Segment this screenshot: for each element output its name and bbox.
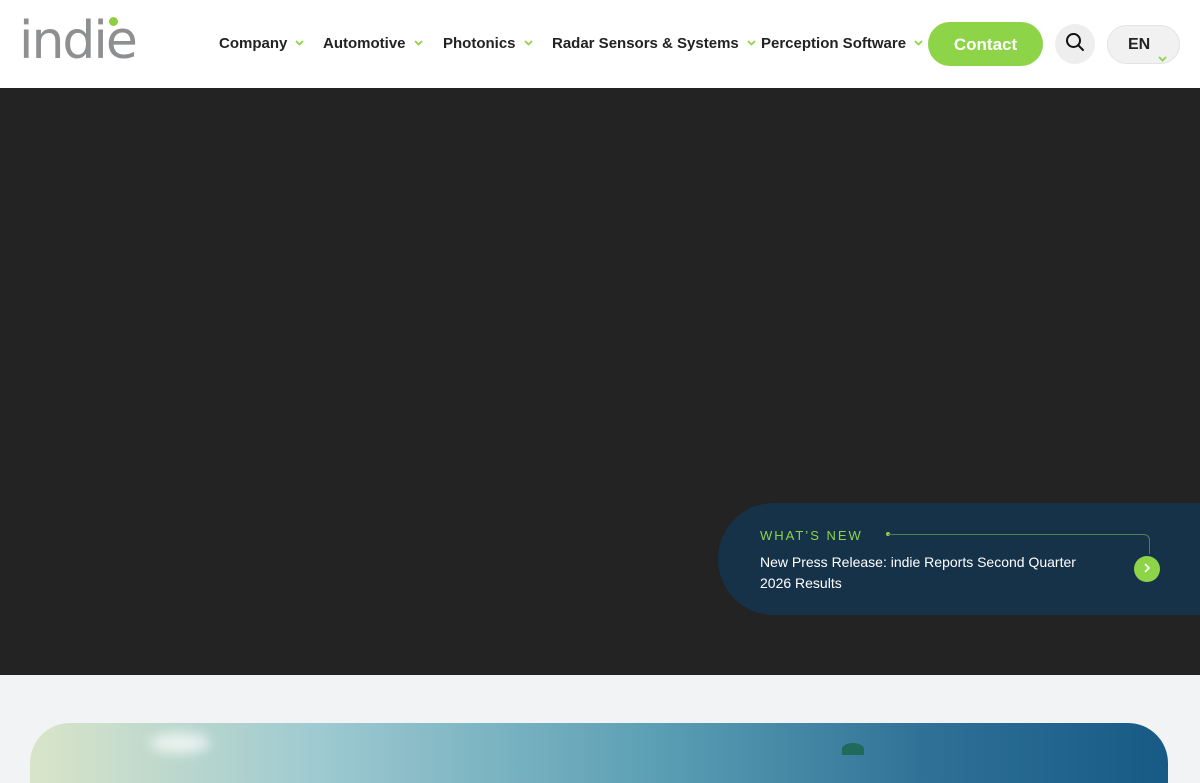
nav-item-perception-software[interactable]: Perception Software bbox=[761, 34, 923, 54]
language-label: EN bbox=[1128, 36, 1151, 53]
search-button[interactable] bbox=[1055, 24, 1095, 64]
logo-dot bbox=[109, 17, 118, 26]
chevron-down-icon bbox=[914, 32, 923, 52]
tree-silhouette bbox=[842, 743, 864, 755]
promo-image bbox=[30, 723, 1168, 783]
whats-new-card[interactable]: WHAT’S NEW New Press Release: indie Repo… bbox=[718, 503, 1200, 615]
logo-text: indie bbox=[19, 11, 138, 71]
chevron-down-icon bbox=[747, 32, 756, 52]
nav-item-label: Photonics bbox=[443, 35, 516, 52]
nav-item-photonics[interactable]: Photonics bbox=[443, 34, 533, 54]
chevron-down-icon bbox=[1158, 39, 1167, 76]
nav-item-automotive[interactable]: Automotive bbox=[323, 34, 423, 54]
whats-new-label: WHAT’S NEW bbox=[760, 528, 863, 543]
chevron-down-icon bbox=[413, 32, 423, 52]
nav-item-label: Automotive bbox=[323, 35, 406, 52]
news-headline: New Press Release: indie Reports Second … bbox=[760, 554, 1076, 591]
nav-item-label: Radar Sensors & Systems bbox=[552, 35, 739, 52]
light-glow bbox=[150, 733, 210, 753]
nav-item-label: Company bbox=[219, 35, 288, 52]
contact-button[interactable]: Contact bbox=[928, 22, 1043, 66]
connector-line bbox=[888, 534, 1150, 554]
news-arrow-button[interactable] bbox=[1134, 556, 1160, 582]
site-header: indie Company Automotive Photonics Radar… bbox=[0, 0, 1200, 88]
nav-item-label: Perception Software bbox=[761, 35, 907, 52]
hero-section: WHAT’S NEW New Press Release: indie Repo… bbox=[0, 88, 1200, 675]
chevron-down-icon bbox=[295, 32, 304, 52]
search-icon bbox=[1065, 32, 1085, 57]
nav-item-company[interactable]: Company bbox=[219, 34, 304, 54]
chevron-down-icon bbox=[523, 32, 533, 52]
language-selector[interactable]: EN bbox=[1107, 25, 1180, 64]
indie-logo[interactable]: indie bbox=[19, 14, 138, 68]
nav-item-radar-sensors-systems[interactable]: Radar Sensors & Systems bbox=[552, 34, 756, 54]
lower-section bbox=[0, 675, 1200, 783]
chevron-right-icon bbox=[1143, 560, 1151, 578]
